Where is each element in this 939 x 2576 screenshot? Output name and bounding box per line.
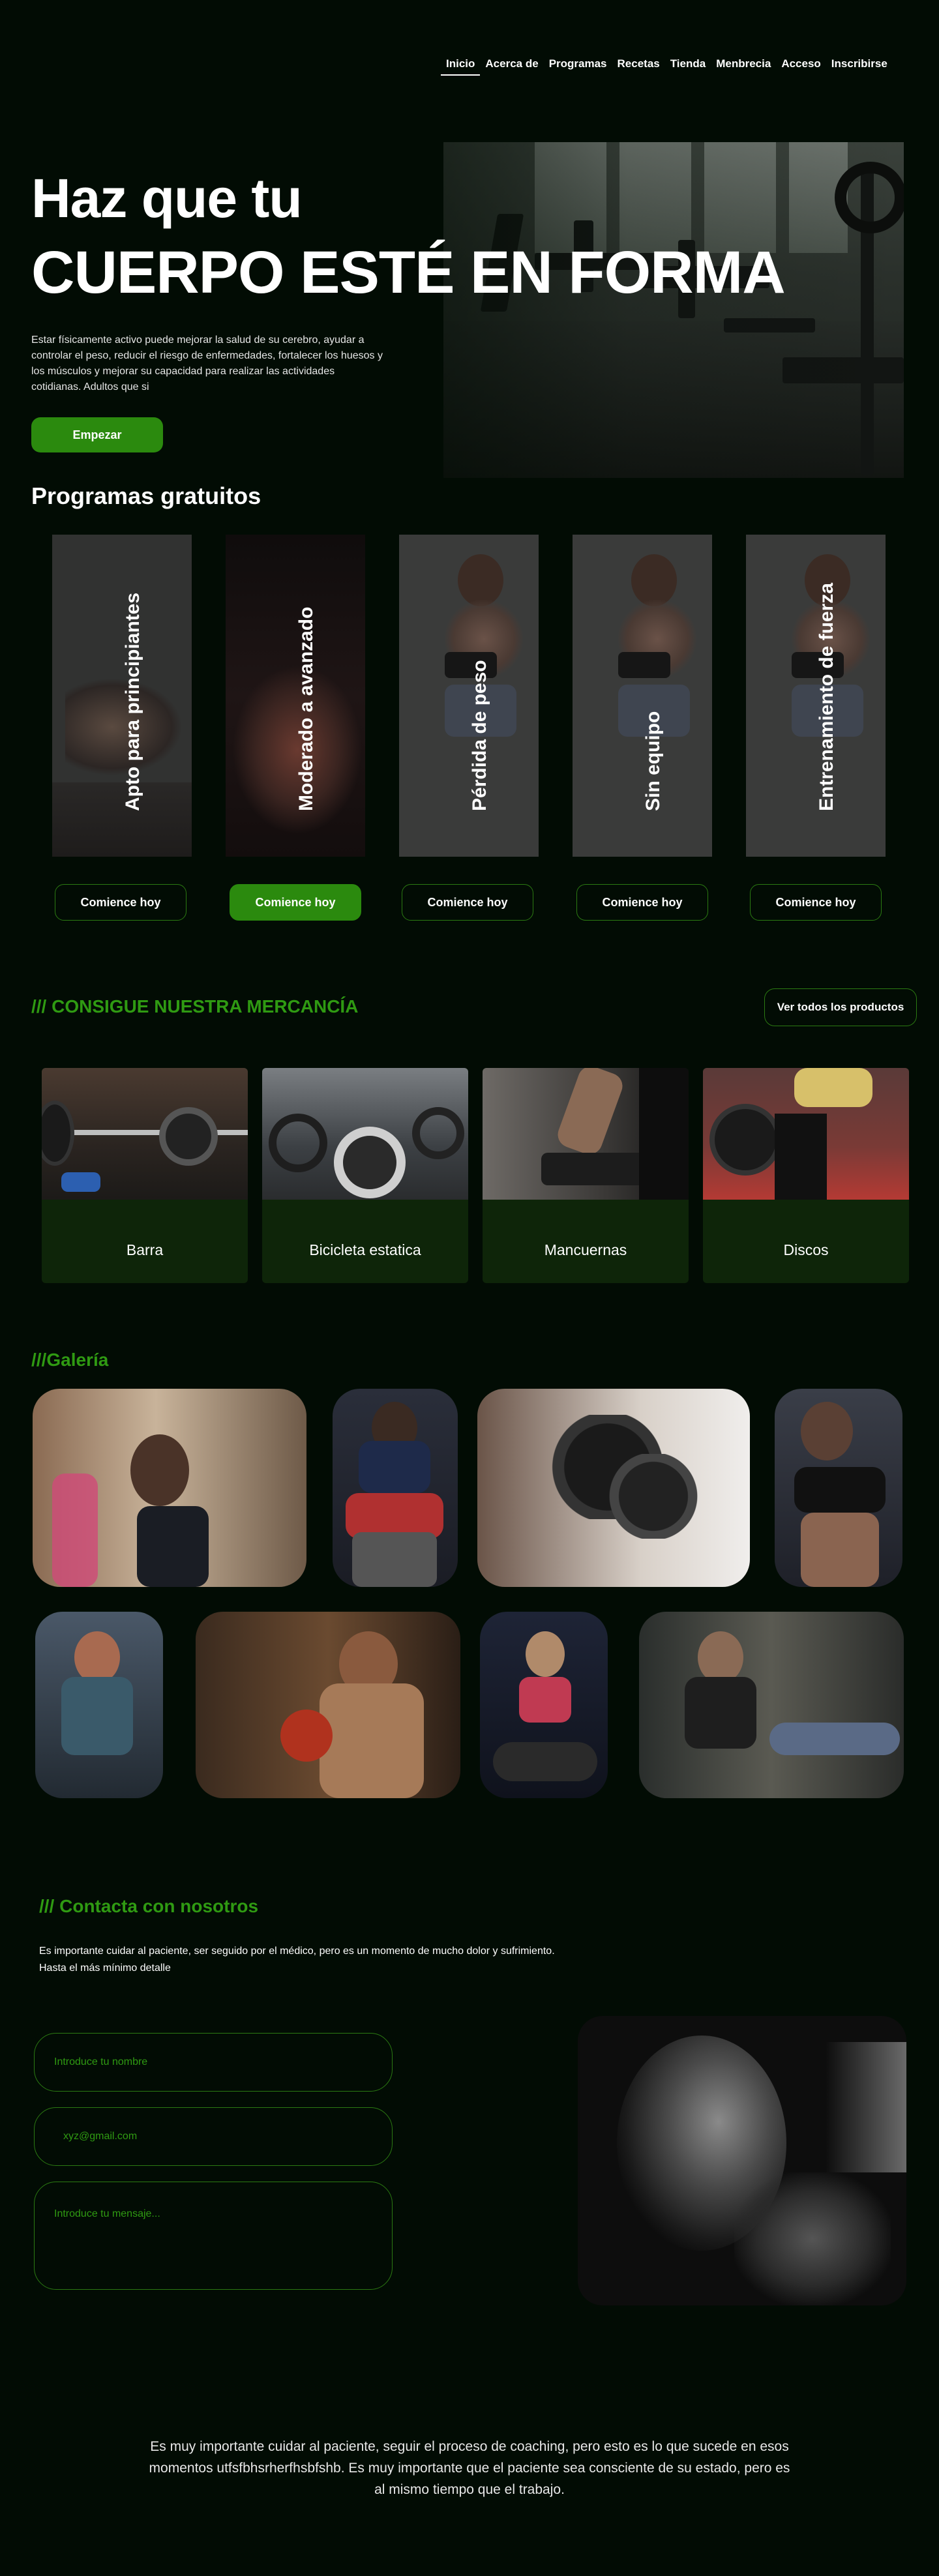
start-today-button-4[interactable]: Comience hoy [576, 884, 708, 921]
footer-text: Es muy importante cuidar al paciente, se… [149, 2439, 790, 2497]
contact-description-line1: Es importante cuidar al paciente, ser se… [39, 1946, 555, 1957]
merch-label: Mancuernas [544, 1241, 627, 1258]
merch-label: Barra [126, 1241, 164, 1258]
program-label: Sin equipo [642, 711, 664, 811]
contact-title: /// Contacta con nosotros [39, 1896, 259, 1916]
gallery-image-squat[interactable] [480, 1612, 608, 1798]
gallery-title: ///Galería [31, 1350, 109, 1370]
program-label: Moderado a avanzado [295, 606, 317, 811]
merch-card-barra[interactable]: Barra [42, 1068, 248, 1283]
program-label: Apto para principiantes [122, 592, 143, 811]
nav-item-inscribirse[interactable]: Inscribirse [826, 56, 893, 76]
barbell-image [42, 1068, 248, 1200]
hero-image-overlay [443, 142, 904, 478]
start-today-button-1[interactable]: Comience hoy [55, 884, 186, 921]
email-input[interactable]: xyz@gmail.com [34, 2107, 393, 2166]
weight-plates-image [703, 1068, 909, 1200]
start-today-button-5[interactable]: Comience hoy [750, 884, 882, 921]
start-button[interactable]: Empezar [31, 417, 163, 452]
gallery-image-woman-abs[interactable] [775, 1389, 902, 1587]
start-today-button-2[interactable]: Comience hoy [230, 884, 361, 921]
gallery-image-women-dumbbells[interactable] [33, 1389, 306, 1587]
gallery-image-partner-training[interactable] [639, 1612, 904, 1798]
hero-title-line2: CUERPO ESTÉ EN FORMA [31, 239, 786, 306]
nav-item-recetas[interactable]: Recetas [612, 56, 665, 76]
merch-card-discos[interactable]: Discos [703, 1068, 909, 1283]
hero-description: Estar físicamente activo puede mejorar l… [31, 334, 383, 392]
gallery-image-bicep-curl[interactable] [196, 1612, 460, 1798]
contact-woman-image [578, 2016, 906, 2305]
program-card-no-equipment[interactable]: Sin equipo [573, 535, 712, 857]
nav-item-programas[interactable]: Programas [544, 56, 612, 76]
program-card-weight-loss[interactable]: Pérdida de peso [399, 535, 539, 857]
nav-item-tienda[interactable]: Tienda [665, 56, 711, 76]
start-today-button-3[interactable]: Comience hoy [402, 884, 533, 921]
message-textarea[interactable]: Introduce tu mensaje... [34, 2182, 393, 2290]
hero-title-line1: Haz que tu [31, 168, 303, 229]
programs-title: Programas gratuitos [31, 482, 261, 509]
nav-item-menbrecia[interactable]: Menbrecia [711, 56, 776, 76]
program-card-beginner[interactable]: Apto para principiantes [52, 535, 192, 857]
name-input[interactable]: Introduce tu nombre [34, 2033, 393, 2092]
main-nav: Inicio Acerca de Programas Recetas Tiend… [441, 56, 893, 76]
program-card-strength[interactable]: Entrenamiento de fuerza [746, 535, 886, 857]
merch-card-bicicleta[interactable]: Bicicleta estatica [262, 1068, 468, 1283]
stationary-bike-image [262, 1068, 468, 1200]
program-label: Entrenamiento de fuerza [816, 582, 837, 811]
gallery-image-bench-press[interactable] [333, 1389, 458, 1587]
program-card-moderate[interactable]: Moderado a avanzado [226, 535, 365, 857]
merch-card-mancuernas[interactable]: Mancuernas [483, 1068, 689, 1283]
nav-item-inicio[interactable]: Inicio [441, 56, 481, 76]
merch-label: Discos [783, 1241, 829, 1258]
gallery-image-dumbbell-curl[interactable] [477, 1389, 750, 1587]
merch-title: /// CONSIGUE NUESTRA MERCANCÍA [31, 996, 359, 1016]
view-all-products-button[interactable]: Ver todos los productos [764, 988, 917, 1026]
contact-description-line2: Hasta el más mínimo detalle [39, 1962, 171, 1974]
gallery-image-man-gym[interactable] [35, 1612, 163, 1798]
contact-description: Es importante cuidar al paciente, ser se… [39, 1943, 626, 1977]
nav-item-acerca-de[interactable]: Acerca de [480, 56, 543, 76]
merch-label: Bicicleta estatica [309, 1241, 421, 1258]
program-label: Pérdida de peso [469, 660, 490, 811]
dumbbells-image [483, 1068, 689, 1200]
nav-item-acceso[interactable]: Acceso [776, 56, 826, 76]
